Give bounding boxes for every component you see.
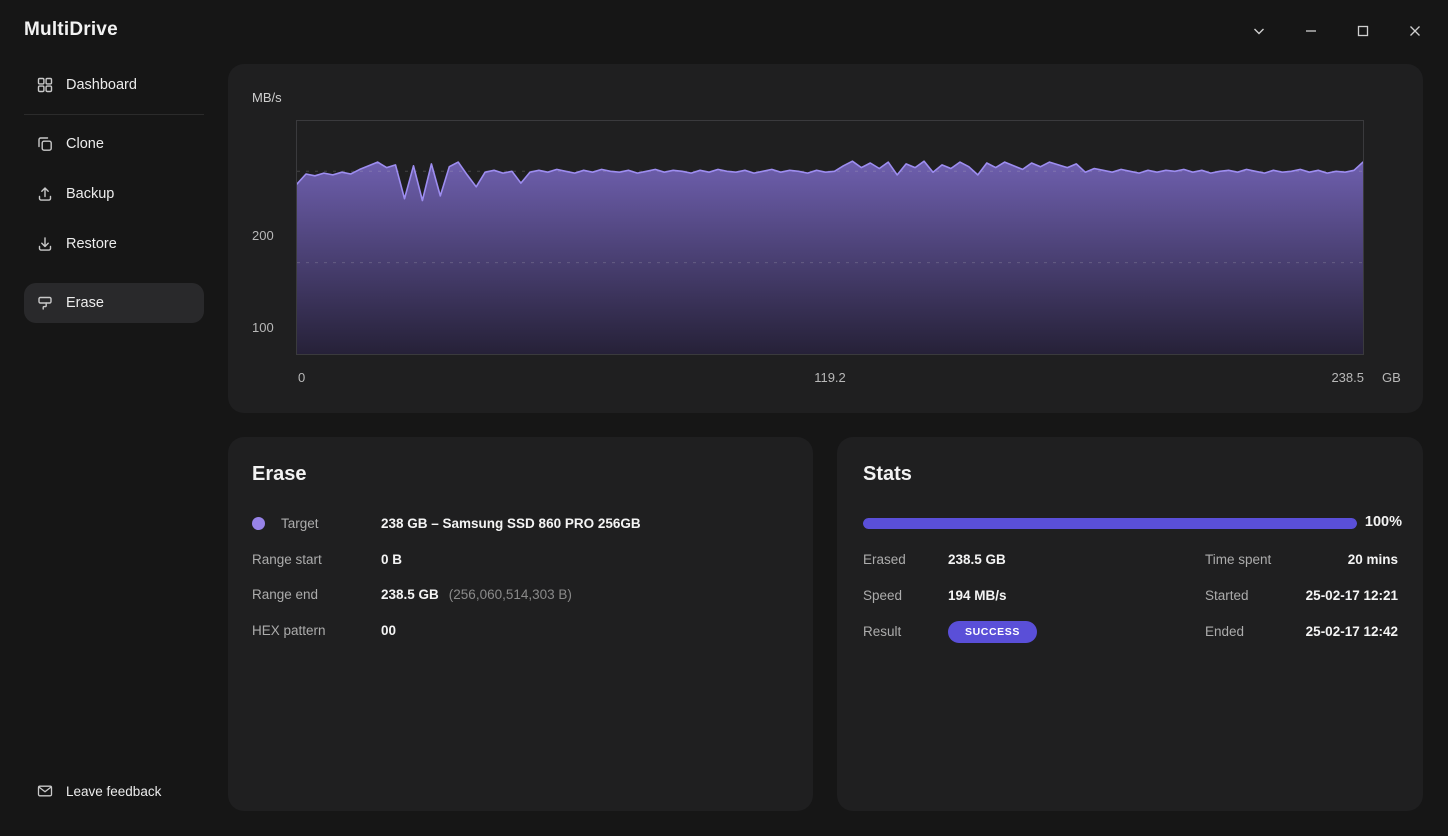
stats-card: Stats 100% Erased 238.5 GB Speed 194 MB/… [837, 437, 1423, 811]
speed-area-chart [297, 160, 1363, 354]
speed-chart-plot [296, 120, 1364, 355]
menu-chevron-button[interactable] [1244, 16, 1274, 46]
x-tick-mid: 119.2 [814, 370, 846, 385]
row-label: Range end [252, 587, 319, 602]
hex-pattern-value: 00 [381, 623, 397, 638]
sidebar-item-label: Clone [66, 136, 104, 152]
progress-percent-label: 100% [1364, 514, 1402, 530]
stats-row-time-spent: Time spent 20 mins [1205, 549, 1398, 570]
row-label: Result [863, 624, 902, 639]
ended-value: 25-02-17 12:42 [1305, 624, 1398, 639]
stats-row-ended: Ended 25-02-17 12:42 [1205, 621, 1398, 642]
y-axis-unit-label: MB/s [252, 90, 282, 105]
app-window: MultiDrive Dashboard Clone Backup Restor… [0, 0, 1448, 836]
success-status-badge: SUCCESS [948, 620, 1037, 643]
sidebar: Dashboard Clone Backup Restore Erase Lea… [0, 0, 228, 836]
upload-icon [38, 187, 52, 201]
clone-icon [38, 137, 52, 151]
stats-row-speed: Speed 194 MB/s [863, 585, 1163, 606]
row-label: Ended [1205, 624, 1245, 639]
stats-card-title: Stats [863, 463, 912, 485]
erase-progress-bar [863, 518, 1357, 529]
sidebar-item-backup[interactable]: Backup [24, 174, 204, 214]
x-tick-end: 238.5 [1331, 370, 1364, 385]
erase-summary-card: Erase Target 238 GB – Samsung SSD 860 PR… [228, 437, 813, 811]
sidebar-item-label: Erase [66, 295, 104, 311]
window-controls [1244, 16, 1430, 46]
stats-row-started: Started 25-02-17 12:21 [1205, 585, 1398, 606]
row-label: Started [1205, 588, 1249, 603]
erase-card-title: Erase [252, 463, 307, 485]
sidebar-divider [24, 114, 204, 115]
leave-feedback-button[interactable]: Leave feedback [24, 771, 214, 811]
row-label: Erased [863, 552, 906, 567]
maximize-button[interactable] [1348, 16, 1378, 46]
range-start-value: 0 B [381, 552, 403, 567]
maximize-icon [1357, 25, 1369, 37]
target-drive-value: 238 GB – Samsung SSD 860 PRO 256GB [381, 516, 641, 531]
sidebar-item-restore[interactable]: Restore [24, 224, 204, 264]
close-icon [1410, 26, 1420, 36]
row-label: Range start [252, 552, 322, 567]
sidebar-item-erase[interactable]: Erase [24, 283, 204, 323]
mail-icon [37, 785, 53, 797]
range-end-bytes-note: (256,060,514,303 B) [448, 587, 572, 602]
speed-chart-card: MB/s 200 100 0 119.2 238.5 GB [228, 64, 1423, 413]
erase-row-range-start: Range start 0 B [252, 549, 792, 570]
x-axis-unit-label: GB [1382, 370, 1401, 385]
speed-value: 194 MB/s [948, 588, 1007, 603]
chevron-down-icon [1254, 28, 1264, 35]
erase-row-range-end: Range end 238.5 GB (256,060,514,303 B) [252, 584, 792, 605]
y-tick-200: 200 [252, 228, 274, 243]
sidebar-item-label: Backup [66, 186, 115, 202]
erased-value: 238.5 GB [948, 552, 1006, 567]
erase-row-hex-pattern: HEX pattern 00 [252, 620, 792, 641]
erase-progress-fill [863, 518, 1357, 529]
sidebar-item-label: Restore [66, 236, 117, 252]
leave-feedback-label: Leave feedback [66, 783, 162, 799]
target-color-dot [252, 517, 265, 530]
sidebar-item-clone[interactable]: Clone [24, 124, 204, 164]
y-tick-100: 100 [252, 320, 274, 335]
minimize-button[interactable] [1296, 16, 1326, 46]
range-end-value: 238.5 GB [381, 587, 439, 602]
eraser-icon [38, 296, 52, 310]
x-tick-0: 0 [298, 370, 306, 385]
started-value: 25-02-17 12:21 [1305, 588, 1398, 603]
row-label: Speed [863, 588, 903, 603]
minimize-icon [1306, 30, 1316, 32]
close-button[interactable] [1400, 16, 1430, 46]
erase-row-target: Target 238 GB – Samsung SSD 860 PRO 256G… [252, 513, 792, 534]
grid-icon [37, 77, 53, 93]
row-label: Target [281, 516, 319, 531]
sidebar-item-dashboard[interactable]: Dashboard [24, 65, 204, 105]
time-spent-value: 20 mins [1347, 552, 1398, 567]
stats-row-erased: Erased 238.5 GB [863, 549, 1163, 570]
stats-row-result: Result SUCCESS [863, 620, 1163, 643]
row-label: HEX pattern [252, 623, 326, 638]
download-icon [38, 237, 52, 251]
chart-area-fill [297, 161, 1363, 354]
row-label: Time spent [1205, 552, 1272, 567]
sidebar-item-label: Dashboard [66, 77, 137, 93]
